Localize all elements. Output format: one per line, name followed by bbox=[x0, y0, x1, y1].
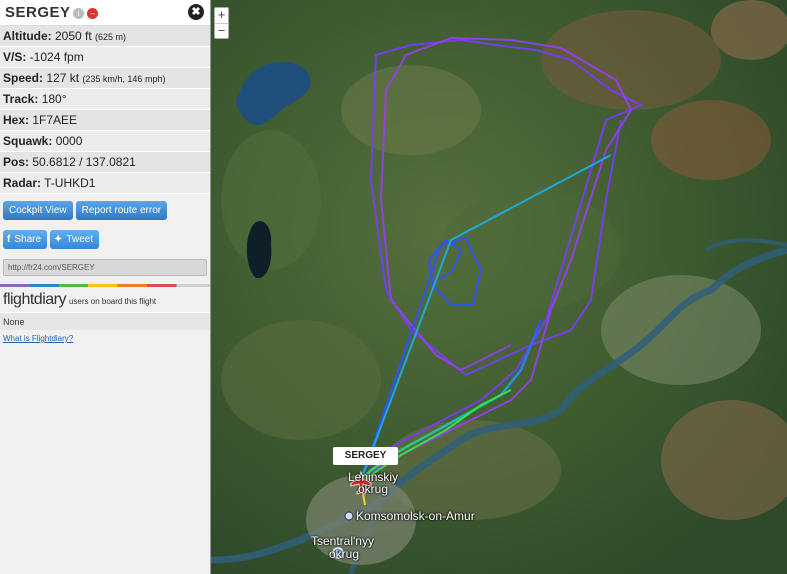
detail-row: Pos: 50.6812 / 137.0821 bbox=[0, 152, 210, 173]
info-icon[interactable]: i bbox=[73, 8, 84, 19]
detail-row: Track: 180° bbox=[0, 89, 210, 110]
aircraft-label[interactable]: SERGEY bbox=[333, 447, 398, 465]
flightdiary-caption: users on board this flight bbox=[68, 297, 157, 306]
detail-value: 0000 bbox=[55, 134, 83, 148]
detail-label: Speed: bbox=[3, 71, 44, 85]
flight-details: Altitude: 2050 ft (625 m) V/S: -1024 fpm S… bbox=[0, 26, 210, 194]
map-canvas bbox=[211, 0, 787, 574]
flightdiary-header: flightdiary users on board this flight bbox=[0, 287, 210, 312]
tweet-button[interactable]: ✦ Tweet bbox=[50, 230, 100, 249]
detail-row: V/S: -1024 fpm bbox=[0, 47, 210, 68]
zoom-control: + − bbox=[214, 7, 229, 39]
facebook-icon: f bbox=[7, 234, 11, 245]
detail-value: -1024 fpm bbox=[29, 50, 84, 64]
place-label-leninsky-okrug: okrug bbox=[358, 482, 389, 496]
place-label-tsentralny-okrug: okrug bbox=[329, 547, 360, 561]
detail-row: Radar: T-UHKD1 bbox=[0, 173, 210, 194]
detail-row: Speed: 127 kt (235 km/h, 146 mph) bbox=[0, 68, 210, 89]
zoom-in-button[interactable]: + bbox=[215, 8, 228, 23]
detail-row: Altitude: 2050 ft (625 m) bbox=[0, 26, 210, 47]
detail-value: 50.6812 / 137.0821 bbox=[32, 155, 136, 169]
satellite-map[interactable]: + − SERGEY Leninskiy okrug Komsomolsk-on… bbox=[211, 0, 787, 574]
facebook-share-button[interactable]: f Share bbox=[3, 230, 48, 249]
detail-value: 127 kt bbox=[46, 71, 80, 85]
detail-extra: (235 km/h, 146 mph) bbox=[82, 74, 166, 84]
detail-value: T-UHKD1 bbox=[44, 176, 96, 190]
detail-label: Pos: bbox=[3, 155, 30, 169]
detail-label: V/S: bbox=[3, 50, 27, 64]
share-label: Share bbox=[14, 234, 42, 245]
lake bbox=[246, 221, 272, 279]
action-buttons: Cockpit View Report route error bbox=[0, 194, 210, 225]
minus-icon[interactable]: – bbox=[87, 8, 98, 19]
share-buttons: f Share ✦ Tweet bbox=[0, 225, 210, 254]
close-icon[interactable]: ✖ bbox=[188, 4, 204, 20]
flight-info-panel: SERGEY i – ✖ Altitude: 2050 ft (625 m) V/… bbox=[0, 0, 211, 574]
detail-value: 2050 ft bbox=[55, 29, 92, 43]
detail-label: Radar: bbox=[3, 176, 42, 190]
detail-label: Hex: bbox=[3, 113, 30, 127]
detail-extra: (625 m) bbox=[95, 32, 127, 42]
place-marker-icon[interactable] bbox=[344, 511, 354, 521]
detail-row: Squawk: 0000 bbox=[0, 131, 210, 152]
flight-callsign: SERGEY bbox=[5, 4, 71, 21]
flightdiary-logo: flightdiary bbox=[3, 291, 66, 308]
detail-row: Hex: 1F7AEE bbox=[0, 110, 210, 131]
flightdiary-users: None bbox=[0, 312, 210, 330]
detail-value: 180° bbox=[41, 92, 67, 106]
report-route-error-button[interactable]: Report route error bbox=[75, 201, 168, 220]
panel-header: SERGEY i – ✖ bbox=[0, 0, 210, 26]
detail-label: Altitude: bbox=[3, 29, 52, 43]
detail-value: 1F7AEE bbox=[32, 113, 78, 127]
flight-url-field[interactable]: http://fr24.com/SERGEY bbox=[3, 259, 207, 276]
detail-label: Track: bbox=[3, 92, 39, 106]
tweet-label: Tweet bbox=[66, 234, 94, 245]
what-is-flightdiary-link[interactable]: What is Flightdiary? bbox=[0, 330, 210, 343]
detail-label: Squawk: bbox=[3, 134, 53, 148]
twitter-icon: ✦ bbox=[54, 234, 63, 245]
zoom-out-button[interactable]: − bbox=[215, 23, 228, 38]
cockpit-view-button[interactable]: Cockpit View bbox=[3, 201, 73, 220]
place-label-komsomolsk: Komsomolsk-on-Amur bbox=[356, 509, 475, 523]
place-label-tsentralny: Tsentral'nyy bbox=[311, 534, 374, 548]
